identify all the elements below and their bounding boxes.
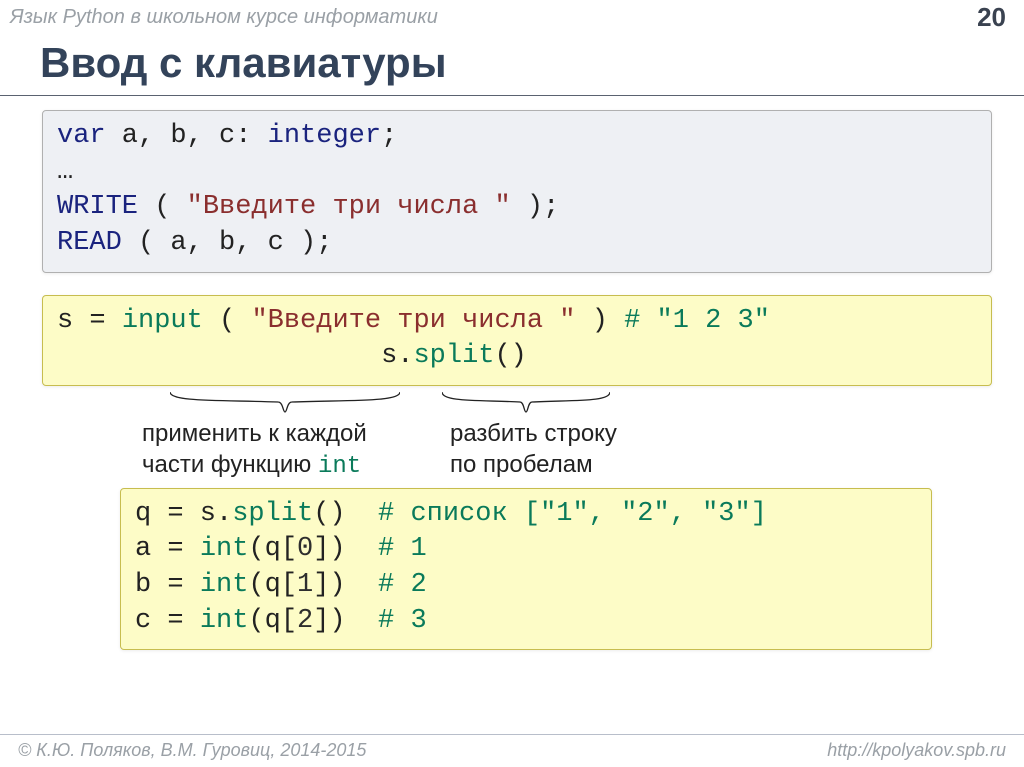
annotations-layer: применить к каждой части функцию int раз…	[42, 390, 992, 488]
footer: © К.Ю. Поляков, В.М. Гуровиц, 2014-2015 …	[0, 740, 1024, 761]
annotation-right: разбить строку по пробелам	[450, 418, 617, 480]
comment: # список ["1", "2", "3"]	[378, 499, 767, 529]
comment: # 1	[378, 534, 427, 564]
footer-rule	[0, 734, 1024, 735]
page-number: 20	[977, 2, 1006, 33]
kw-integer: integer	[268, 121, 381, 151]
header-bar: Язык Python в школьном курсе информатики…	[0, 0, 1024, 33]
comment: # "1 2 3"	[624, 306, 770, 336]
fn-int: int	[200, 534, 249, 564]
comment: # 2	[378, 570, 427, 600]
kw-write: WRITE	[57, 192, 138, 222]
code-block-python-input: s = input ( "Введите три числа " ) # "1 …	[42, 295, 992, 386]
fn-split: split	[232, 499, 313, 529]
annotation-left: применить к каждой части функцию int	[142, 418, 367, 482]
code-block-pascal: var a, b, c: integer; … WRITE ( "Введите…	[42, 110, 992, 273]
curly-brace-right-icon	[442, 390, 610, 416]
curly-brace-left-icon	[170, 390, 400, 416]
content-area: var a, b, c: integer; … WRITE ( "Введите…	[0, 96, 1024, 650]
fn-int: int	[200, 606, 249, 636]
string-literal: "Введите три числа "	[187, 192, 511, 222]
fn-split: split	[413, 341, 494, 371]
footer-url: http://kpolyakov.spb.ru	[827, 740, 1006, 761]
header-subtitle: Язык Python в школьном курсе информатики	[10, 6, 438, 29]
kw-int-inline: int	[318, 453, 361, 480]
slide: Язык Python в школьном курсе информатики…	[0, 0, 1024, 767]
kw-var: var	[57, 121, 106, 151]
code-block-3-wrapper: q = s.split() # список ["1", "2", "3"] a…	[42, 488, 992, 651]
kw-read: READ	[57, 228, 122, 258]
slide-title: Ввод с клавиатуры	[0, 33, 1024, 95]
comment: # 3	[378, 606, 427, 636]
fn-input: input	[122, 306, 203, 336]
footer-copyright: © К.Ю. Поляков, В.М. Гуровиц, 2014-2015	[18, 740, 366, 761]
fn-int: int	[200, 570, 249, 600]
string-literal: "Введите три числа "	[251, 306, 575, 336]
code-block-python-split: q = s.split() # список ["1", "2", "3"] a…	[120, 488, 932, 651]
